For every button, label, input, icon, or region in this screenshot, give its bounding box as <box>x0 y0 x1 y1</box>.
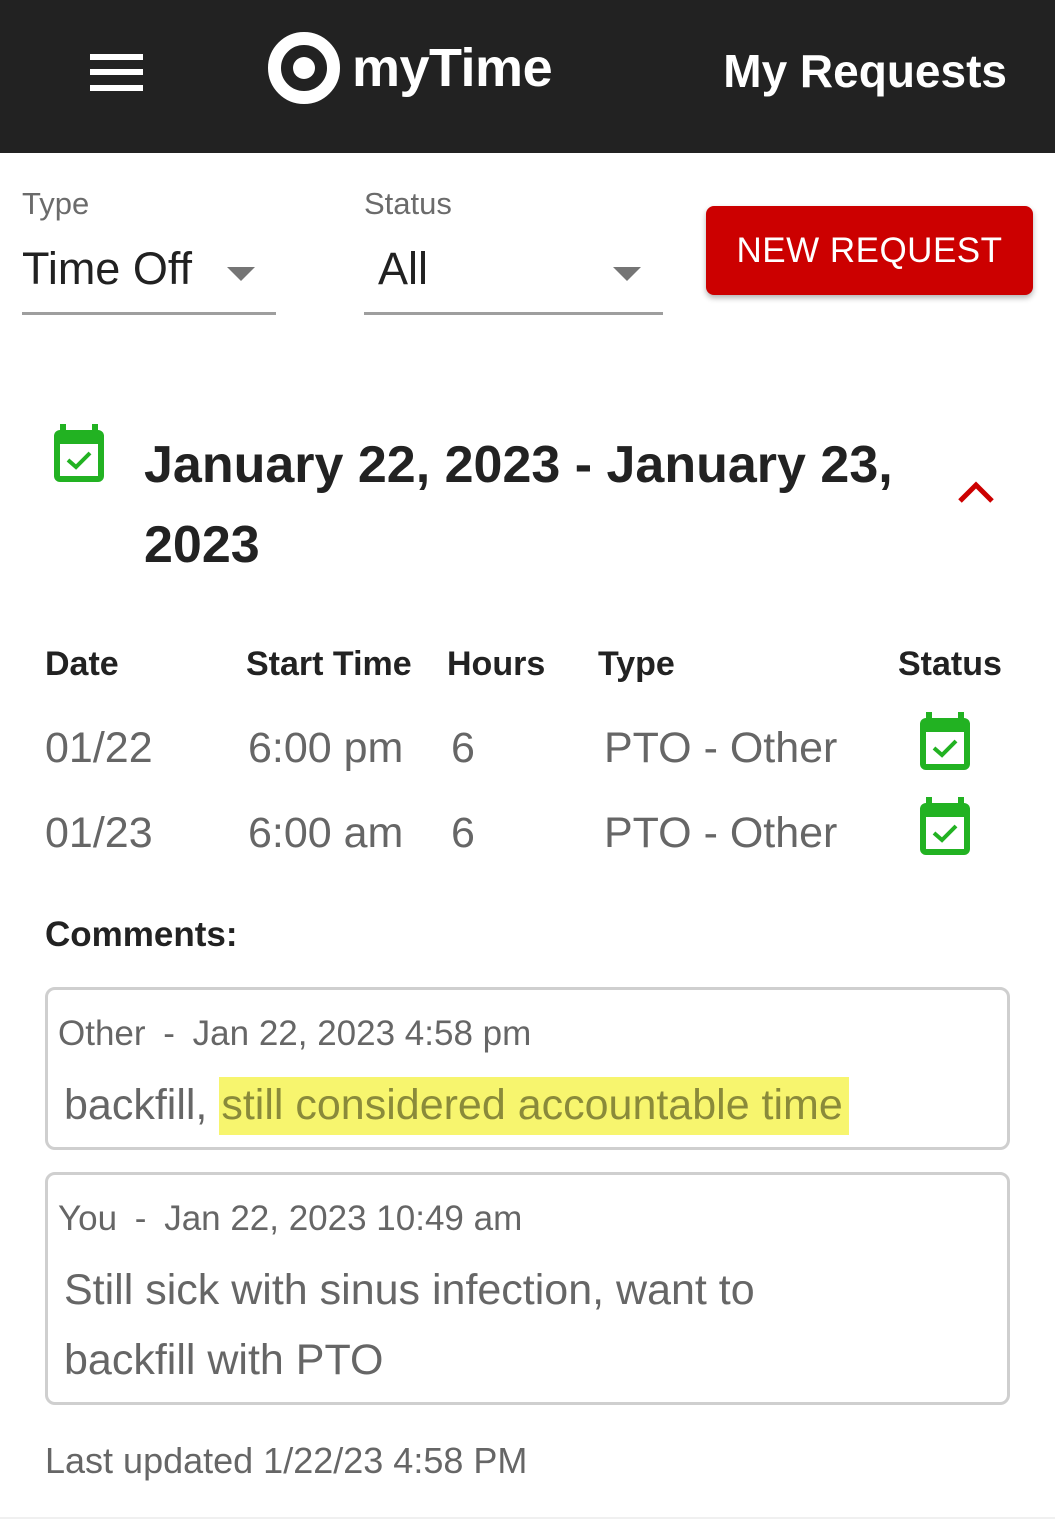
last-updated-text: Last updated 1/22/23 4:58 PM <box>45 1440 528 1481</box>
column-header-date: Date <box>45 645 119 683</box>
column-header-hours: Hours <box>447 645 546 683</box>
page-title: My Requests <box>723 45 1007 97</box>
comment-separator: - <box>134 1199 147 1238</box>
row-date: 01/23 <box>45 809 153 857</box>
chevron-down-icon <box>613 267 641 281</box>
row-hours: 6 <box>451 724 475 772</box>
chevron-up-icon[interactable] <box>952 474 1000 510</box>
type-filter-value: Time Off <box>22 243 193 294</box>
chevron-down-icon <box>227 267 255 281</box>
column-header-type: Type <box>598 645 675 683</box>
comment-text-plain: backfill, <box>64 1081 220 1129</box>
comment-text: backfill, still considered accountable t… <box>64 1070 849 1140</box>
column-header-status: Status <box>898 645 1002 683</box>
column-header-start-time: Start Time <box>246 645 412 683</box>
app-logo: myTime <box>268 28 553 108</box>
row-start-time: 6:00 pm <box>248 724 404 772</box>
row-type: PTO - Other <box>604 809 838 857</box>
calendar-check-icon <box>920 797 970 855</box>
comment-text: Still sick with sinus infection, want to… <box>64 1266 755 1384</box>
comment-timestamp: Jan 22, 2023 4:58 pm <box>192 1014 532 1053</box>
bullseye-logo-icon <box>268 32 340 104</box>
row-date: 01/22 <box>45 724 153 772</box>
status-filter-value: All <box>378 243 429 294</box>
row-start-time: 6:00 am <box>248 809 404 857</box>
comment-author: You <box>58 1199 118 1238</box>
app-name: myTime <box>352 38 553 98</box>
comment-separator: - <box>163 1014 175 1053</box>
row-hours: 6 <box>451 809 475 857</box>
comment-meta: Other - Jan 22, 2023 4:58 pm <box>58 1014 531 1054</box>
app-header: myTime My Requests <box>0 0 1055 153</box>
type-filter-select[interactable]: Time Off <box>22 243 276 315</box>
status-filter-select[interactable]: All <box>364 243 663 315</box>
new-request-button[interactable]: NEW REQUEST <box>706 206 1033 295</box>
status-filter-label: Status <box>364 186 452 221</box>
comments-label: Comments: <box>45 915 238 954</box>
comment-card: You - Jan 22, 2023 10:49 am Still sick w… <box>45 1172 1010 1405</box>
calendar-check-icon <box>54 424 104 482</box>
comment-author: Other <box>58 1014 146 1053</box>
highlighted-text: still considered accountable time <box>219 1077 849 1135</box>
type-filter-label: Type <box>22 186 90 221</box>
row-type: PTO - Other <box>604 724 838 772</box>
hamburger-menu-icon[interactable] <box>88 52 146 92</box>
comment-meta: You - Jan 22, 2023 10:49 am <box>58 1199 522 1239</box>
divider <box>0 1517 1055 1519</box>
comment-timestamp: Jan 22, 2023 10:49 am <box>164 1199 523 1238</box>
calendar-check-icon <box>920 712 970 770</box>
request-date-range: January 22, 2023 - January 23, 2023 <box>144 436 893 574</box>
comment-card: Other - Jan 22, 2023 4:58 pm backfill, s… <box>45 987 1010 1150</box>
